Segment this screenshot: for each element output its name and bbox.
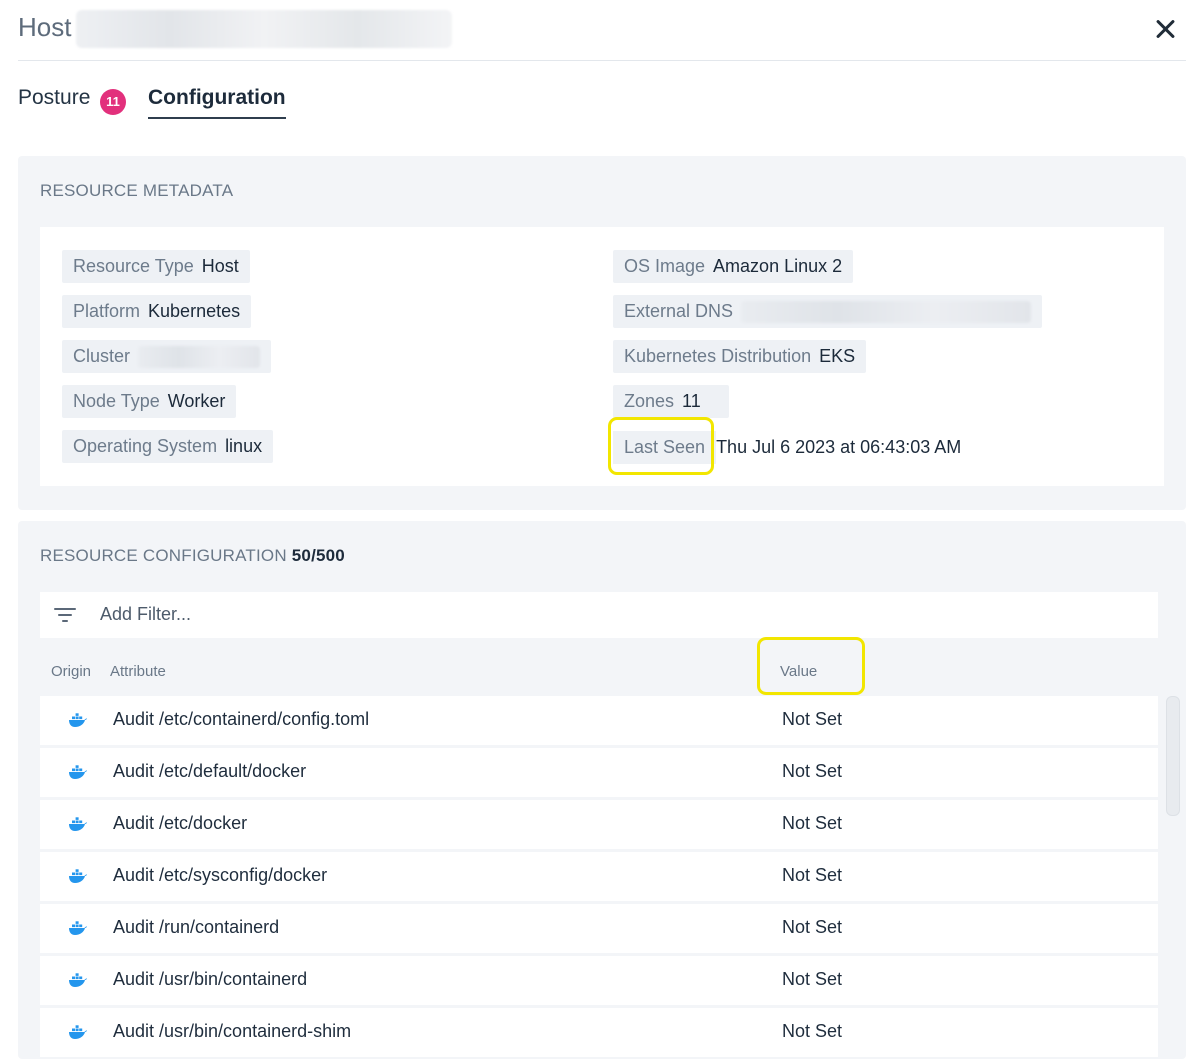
meta-zones: Zones 11 [613, 385, 729, 418]
add-filter-input[interactable]: Add Filter... [100, 604, 191, 625]
meta-kubernetes-distribution: Kubernetes Distribution EKS [613, 340, 867, 373]
redacted-external-dns [741, 301, 1032, 324]
configuration-title-text: RESOURCE CONFIGURATION [40, 546, 287, 565]
table-row[interactable]: Audit /run/containerd Not Set [40, 904, 1158, 953]
docker-icon [69, 869, 87, 883]
configuration-section-title: RESOURCE CONFIGURATION 50/500 [40, 546, 345, 566]
meta-value: 11 [682, 391, 701, 411]
resource-metadata-panel: RESOURCE METADATA Resource Type Host Plat… [18, 156, 1186, 510]
meta-key: Operating System [73, 436, 218, 456]
meta-value: Host [201, 256, 239, 276]
meta-value: EKS [819, 346, 856, 366]
drawer-title: Host [18, 12, 72, 42]
meta-key: Node Type [73, 391, 160, 411]
docker-icon [69, 1025, 87, 1039]
docker-icon [69, 765, 87, 779]
meta-platform: Platform Kubernetes [62, 295, 252, 328]
table-row[interactable]: Audit /etc/docker Not Set [40, 800, 1158, 849]
attribute-cell: Audit /etc/docker [113, 813, 248, 833]
meta-node-type: Node Type Worker [62, 385, 237, 418]
attribute-cell: Audit /etc/containerd/config.toml [113, 709, 370, 729]
docker-icon [69, 921, 87, 935]
meta-value: linux [225, 436, 263, 456]
table-row[interactable]: Audit /etc/containerd/config.toml Not Se… [40, 696, 1158, 745]
highlight-value-header [757, 637, 865, 695]
value-cell: Not Set [782, 1021, 843, 1041]
metadata-section-title: RESOURCE METADATA [40, 181, 234, 200]
filter-icon[interactable] [54, 606, 76, 624]
docker-icon [69, 713, 87, 727]
meta-key: Kubernetes Distribution [624, 346, 812, 366]
attribute-cell: Audit /run/containerd [113, 917, 280, 937]
column-header-origin[interactable]: Origin [51, 663, 91, 680]
redacted-cluster [138, 346, 261, 369]
value-cell: Not Set [782, 761, 843, 781]
meta-value: Thu Jul 6 2023 at 06:43:03 AM [716, 437, 962, 457]
highlight-last-seen [608, 417, 714, 475]
value-cell: Not Set [782, 917, 843, 937]
meta-external-dns: External DNS [613, 295, 1043, 328]
meta-key: Resource Type [73, 256, 194, 276]
configuration-count: 50/500 [291, 546, 345, 565]
meta-key: Platform [73, 301, 141, 321]
column-header-attribute[interactable]: Attribute [110, 663, 166, 680]
table-row[interactable]: Audit /etc/default/docker Not Set [40, 748, 1158, 797]
meta-resource-type: Resource Type Host [62, 250, 250, 283]
table-row[interactable]: Audit /usr/bin/containerd Not Set [40, 956, 1158, 1005]
meta-value: Amazon Linux 2 [713, 256, 843, 276]
resource-configuration-panel: RESOURCE CONFIGURATION 50/500 Add Filter… [18, 521, 1186, 1059]
meta-operating-system: Operating System linux [62, 430, 274, 463]
configuration-table: Audit /etc/containerd/config.toml Not Se… [40, 696, 1158, 1060]
posture-count-badge: 11 [100, 89, 126, 115]
meta-os-image: OS Image Amazon Linux 2 [613, 250, 854, 283]
meta-key: OS Image [624, 256, 706, 276]
redacted-hostname [76, 10, 452, 48]
meta-value: Kubernetes [148, 301, 241, 321]
attribute-cell: Audit /etc/sysconfig/docker [113, 865, 328, 885]
attribute-cell: Audit /etc/default/docker [113, 761, 307, 781]
attribute-cell: Audit /usr/bin/containerd [113, 969, 308, 989]
table-scrollbar[interactable] [1166, 696, 1180, 816]
meta-key: Cluster [73, 346, 131, 366]
docker-icon [69, 973, 87, 987]
docker-icon [69, 817, 87, 831]
value-cell: Not Set [782, 969, 843, 989]
meta-value: Worker [167, 391, 226, 411]
value-cell: Not Set [782, 865, 843, 885]
tab-posture[interactable]: Posture [18, 86, 90, 110]
meta-key: External DNS [624, 301, 734, 321]
table-row[interactable]: Audit /etc/sysconfig/docker Not Set [40, 852, 1158, 901]
table-row[interactable]: Audit /usr/bin/containerd-shim Not Set [40, 1008, 1158, 1057]
attribute-cell: Audit /usr/bin/containerd-shim [113, 1021, 352, 1041]
meta-key: Zones [624, 391, 675, 411]
drawer-header: Host [18, 10, 1186, 61]
value-cell: Not Set [782, 813, 843, 833]
tab-posture-label: Posture [18, 86, 91, 109]
value-cell: Not Set [782, 709, 843, 729]
meta-cluster: Cluster [62, 340, 272, 373]
close-icon[interactable] [1152, 16, 1178, 42]
metadata-box: Resource Type Host Platform Kubernetes Clu… [40, 227, 1164, 486]
tab-configuration[interactable]: Configuration [148, 86, 286, 119]
filter-bar[interactable]: Add Filter... [40, 592, 1158, 638]
